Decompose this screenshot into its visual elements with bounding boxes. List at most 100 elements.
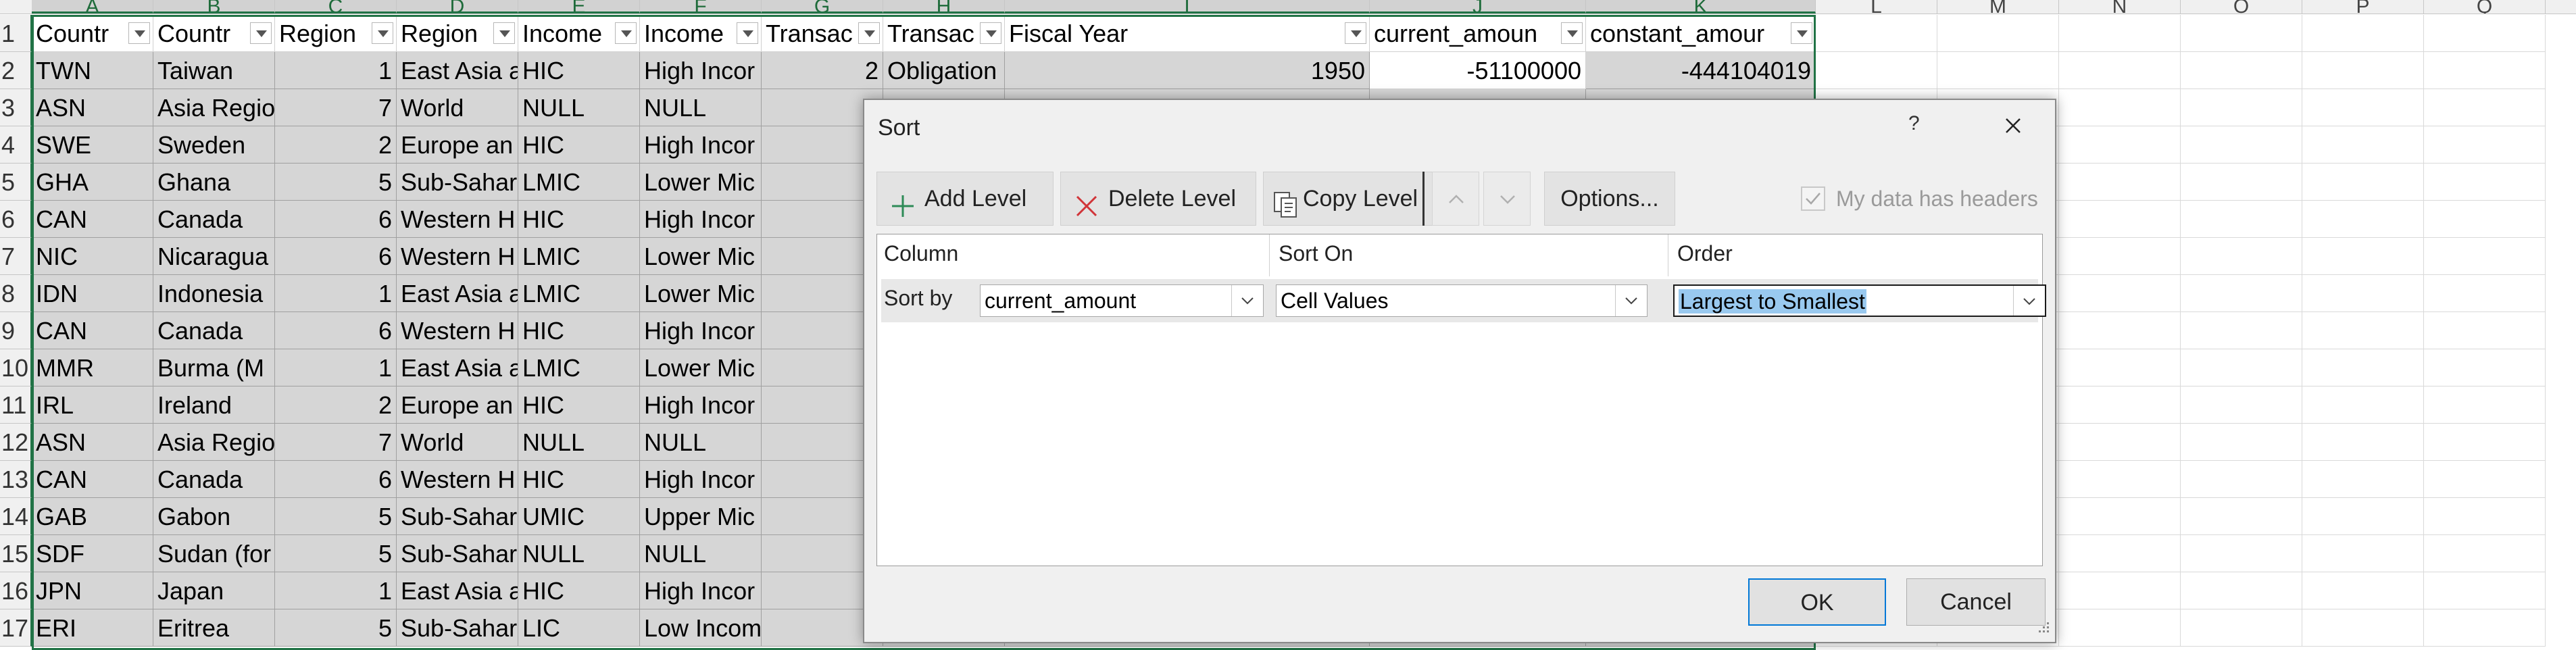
filter-dropdown-icon[interactable] xyxy=(615,22,637,44)
data-cell[interactable]: 5 xyxy=(275,609,397,647)
data-cell[interactable]: Eritrea xyxy=(153,609,275,647)
empty-cell[interactable] xyxy=(1816,15,1937,52)
sort-level-row[interactable]: Sort by current_amount Cell Values Large… xyxy=(881,279,2046,322)
move-down-button[interactable] xyxy=(1483,172,1531,226)
data-cell[interactable]: HIC xyxy=(518,461,640,498)
empty-cell[interactable] xyxy=(2181,52,2302,89)
data-cell[interactable]: HIC xyxy=(518,386,640,424)
data-cell[interactable]: HIC xyxy=(518,126,640,164)
data-cell[interactable]: IDN xyxy=(32,275,153,312)
data-cell[interactable]: Low Incom xyxy=(640,609,762,647)
data-cell[interactable]: NULL xyxy=(640,89,762,126)
column-letter-N[interactable]: N xyxy=(2059,0,2181,14)
empty-cell[interactable] xyxy=(2302,535,2424,572)
close-icon[interactable] xyxy=(1998,111,2028,141)
data-cell[interactable]: IRL xyxy=(32,386,153,424)
header-cell[interactable]: constant_amour xyxy=(1586,15,1816,52)
data-cell[interactable]: GHA xyxy=(32,164,153,201)
data-cell[interactable]: 7 xyxy=(275,424,397,461)
data-cell[interactable]: Asia Regio xyxy=(153,424,275,461)
data-cell[interactable]: Lower Mic xyxy=(640,238,762,275)
filter-dropdown-icon[interactable] xyxy=(250,22,272,44)
move-up-button[interactable] xyxy=(1432,172,1479,226)
column-letter-L[interactable]: L xyxy=(1816,0,1937,14)
resize-grip-icon[interactable] xyxy=(2036,620,2051,638)
data-cell[interactable]: Europe an xyxy=(397,126,518,164)
data-cell[interactable]: Burma (M xyxy=(153,349,275,386)
data-cell[interactable]: East Asia a xyxy=(397,349,518,386)
empty-cell[interactable] xyxy=(2059,461,2181,498)
header-cell[interactable]: Transac xyxy=(762,15,883,52)
column-letter-E[interactable]: E xyxy=(518,0,640,14)
data-cell[interactable]: SWE xyxy=(32,126,153,164)
data-cell[interactable]: 2 xyxy=(762,52,883,89)
empty-cell[interactable] xyxy=(2059,126,2181,164)
column-letter-J[interactable]: J xyxy=(1370,0,1586,14)
data-cell[interactable]: Sub-Sahar xyxy=(397,609,518,647)
filter-dropdown-icon[interactable] xyxy=(1561,22,1583,44)
column-letter-I[interactable]: I xyxy=(1005,0,1370,14)
cancel-button[interactable]: Cancel xyxy=(1906,578,2046,626)
empty-cell[interactable] xyxy=(2302,201,2424,238)
data-cell[interactable]: JPN xyxy=(32,572,153,609)
empty-cell[interactable] xyxy=(2181,349,2302,386)
data-cell[interactable]: Canada xyxy=(153,312,275,349)
data-cell[interactable]: East Asia a xyxy=(397,52,518,89)
data-cell[interactable]: GAB xyxy=(32,498,153,535)
column-select[interactable]: current_amount xyxy=(980,284,1264,317)
data-cell[interactable]: CAN xyxy=(32,461,153,498)
data-cell[interactable]: Lower Mic xyxy=(640,349,762,386)
empty-cell[interactable] xyxy=(2424,126,2546,164)
empty-cell[interactable] xyxy=(2059,498,2181,535)
chevron-down-icon[interactable] xyxy=(1231,285,1263,316)
empty-cell[interactable] xyxy=(2302,164,2424,201)
data-cell[interactable]: Lower Mic xyxy=(640,164,762,201)
empty-cell[interactable] xyxy=(2302,461,2424,498)
data-cell[interactable]: Obligation xyxy=(883,52,1005,89)
row-number-7[interactable]: 7 xyxy=(0,238,32,275)
column-letter-A[interactable]: A xyxy=(32,0,153,14)
empty-cell[interactable] xyxy=(2302,609,2424,647)
data-cell[interactable]: Taiwan xyxy=(153,52,275,89)
data-cell[interactable]: Ghana xyxy=(153,164,275,201)
empty-cell[interactable] xyxy=(2059,424,2181,461)
empty-cell[interactable] xyxy=(2181,275,2302,312)
column-letter-D[interactable]: D xyxy=(397,0,518,14)
column-letter-H[interactable]: H xyxy=(883,0,1005,14)
data-cell[interactable]: 7 xyxy=(275,89,397,126)
delete-level-button[interactable]: Delete Level xyxy=(1060,172,1256,226)
data-cell[interactable]: HIC xyxy=(518,201,640,238)
ok-button[interactable]: OK xyxy=(1748,578,1886,626)
empty-cell[interactable] xyxy=(2181,424,2302,461)
empty-cell[interactable] xyxy=(2059,52,2181,89)
options-button[interactable]: Options... xyxy=(1544,172,1675,226)
empty-cell[interactable] xyxy=(2059,535,2181,572)
help-button[interactable]: ? xyxy=(1908,112,1920,135)
header-cell[interactable]: Transac xyxy=(883,15,1005,52)
data-cell[interactable]: High Incor xyxy=(640,461,762,498)
empty-cell[interactable] xyxy=(2302,126,2424,164)
data-cell[interactable]: LMIC xyxy=(518,238,640,275)
data-cell[interactable]: Europe an xyxy=(397,386,518,424)
data-cell[interactable]: NULL xyxy=(518,535,640,572)
row-number-5[interactable]: 5 xyxy=(0,164,32,201)
data-cell[interactable]: 5 xyxy=(275,535,397,572)
data-cell[interactable]: LIC xyxy=(518,609,640,647)
row-number-4[interactable]: 4 xyxy=(0,126,32,164)
empty-cell[interactable] xyxy=(2059,89,2181,126)
data-cell[interactable]: 2 xyxy=(275,386,397,424)
column-letter-C[interactable]: C xyxy=(275,0,397,14)
column-letter-G[interactable]: G xyxy=(762,0,883,14)
empty-cell[interactable] xyxy=(2059,312,2181,349)
empty-cell[interactable] xyxy=(1937,15,2059,52)
data-cell[interactable]: 1 xyxy=(275,349,397,386)
row-number-6[interactable]: 6 xyxy=(0,201,32,238)
empty-cell[interactable] xyxy=(2181,89,2302,126)
row-number-14[interactable]: 14 xyxy=(0,498,32,535)
empty-cell[interactable] xyxy=(2302,572,2424,609)
data-cell[interactable]: High Incor xyxy=(640,312,762,349)
data-cell[interactable]: ASN xyxy=(32,89,153,126)
data-cell[interactable]: UMIC xyxy=(518,498,640,535)
empty-cell[interactable] xyxy=(2424,461,2546,498)
data-cell[interactable]: TWN xyxy=(32,52,153,89)
